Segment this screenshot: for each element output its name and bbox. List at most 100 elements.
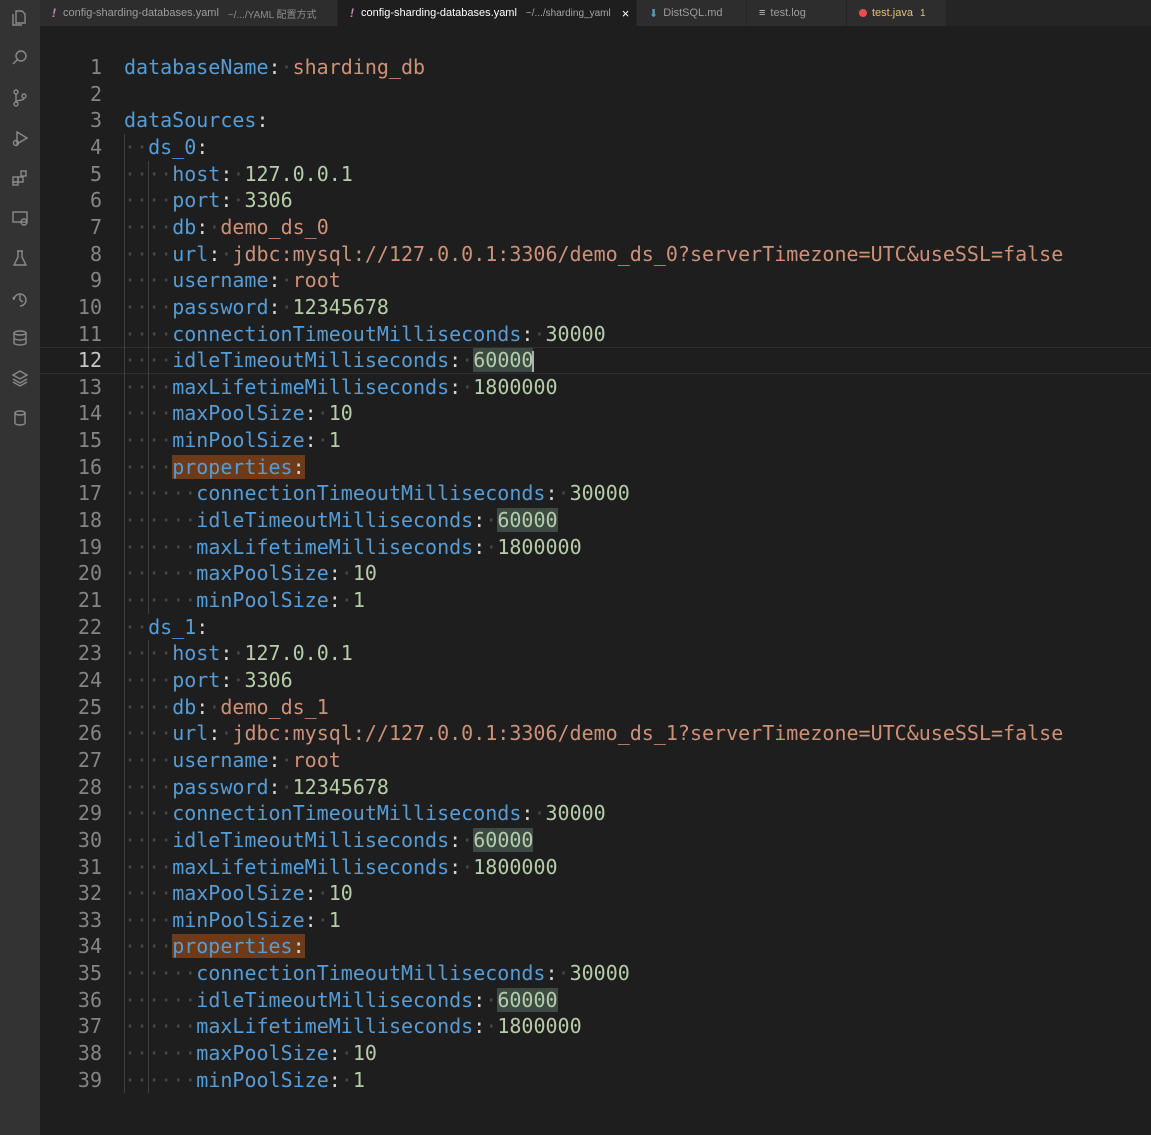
whitespace-marker: ··: [124, 508, 149, 533]
testing-icon[interactable]: [7, 245, 33, 271]
whitespace-marker: ··: [172, 588, 197, 612]
tab-config-yaml-2[interactable]: ! config-sharding-databases.yaml ~/.../s…: [338, 0, 637, 26]
code-line[interactable]: 16 ····properties:: [40, 454, 1151, 481]
close-icon[interactable]: ×: [622, 6, 630, 21]
code-line[interactable]: 29 ····connectionTimeoutMilliseconds:·300…: [40, 800, 1151, 827]
code-line[interactable]: 21 ······minPoolSize:·1: [40, 587, 1151, 614]
tab-test-java[interactable]: test.java 1: [847, 0, 947, 26]
line-number: 20: [77, 561, 102, 586]
code-line[interactable]: 33 ····minPoolSize:·1: [40, 907, 1151, 934]
yaml-colon: :: [449, 348, 462, 373]
yaml-colon: :: [256, 108, 269, 133]
whitespace-marker: ··: [124, 1067, 149, 1092]
activity-bar: [0, 0, 40, 1135]
yaml-colon: :: [220, 667, 233, 692]
extensions-icon[interactable]: [7, 165, 33, 191]
line-number: 5: [89, 161, 102, 186]
yaml-value: 10: [352, 1041, 377, 1066]
database-icon-2[interactable]: [7, 405, 33, 431]
code-line[interactable]: 10 ····password:·12345678: [40, 294, 1151, 321]
source-control-icon[interactable]: [7, 85, 33, 111]
yaml-key: minPoolSize: [196, 1067, 329, 1092]
code-line[interactable]: 13 ····maxLifetimeMilliseconds:·1800000: [40, 374, 1151, 401]
code-line[interactable]: 3 dataSources:: [40, 107, 1151, 134]
tab-distsql-md[interactable]: ⬇ DistSQL.md: [637, 0, 747, 26]
yaml-colon: :: [473, 534, 486, 559]
code-line[interactable]: 14 ····maxPoolSize:·10: [40, 400, 1151, 427]
code-editor[interactable]: 1 databaseName:·sharding_db 2 3 dataSources:…: [40, 26, 1151, 1135]
code-line[interactable]: 18 ······idleTimeoutMilliseconds:·60000: [40, 507, 1151, 534]
yaml-key: idleTimeoutMilliseconds: [172, 348, 450, 373]
code-line[interactable]: 38 ······maxPoolSize:·10: [40, 1040, 1151, 1067]
code-line[interactable]: 37 ······maxLifetimeMilliseconds:·1800000: [40, 1013, 1151, 1040]
run-debug-icon[interactable]: [7, 125, 33, 151]
line-content: ····db:·demo_ds_0: [124, 214, 329, 241]
yaml-warning-icon: !: [52, 6, 56, 20]
markdown-icon: ⬇: [649, 7, 659, 20]
code-line[interactable]: 30 ····idleTimeoutMilliseconds:·60000: [40, 827, 1151, 854]
code-line[interactable]: 36 ······idleTimeoutMilliseconds:·60000: [40, 987, 1151, 1014]
code-line[interactable]: 22 ··ds_1:: [40, 614, 1151, 641]
line-content: ····properties:: [124, 454, 305, 481]
yaml-value: 30000: [545, 801, 606, 826]
yaml-value: 10: [328, 881, 353, 906]
whitespace-marker: ··: [124, 481, 149, 506]
search-icon[interactable]: [7, 45, 33, 71]
code-line[interactable]: 12 ····idleTimeoutMilliseconds:·60000: [40, 347, 1151, 374]
line-number: 31: [77, 854, 102, 879]
layers-icon[interactable]: [7, 365, 33, 391]
code-line[interactable]: 4 ··ds_0:: [40, 134, 1151, 161]
code-line[interactable]: 26 ····url:·jdbc:mysql://127.0.0.1:3306/d…: [40, 720, 1151, 747]
whitespace-marker: ··: [124, 561, 149, 586]
line-content: ······maxPoolSize:·10: [124, 1040, 377, 1067]
whitespace-marker: ··: [124, 827, 149, 852]
yaml-value: 3306: [244, 667, 293, 692]
remote-explorer-icon[interactable]: [7, 205, 33, 231]
whitespace-marker: ··: [148, 268, 173, 293]
code-line[interactable]: 17 ······connectionTimeoutMilliseconds:·3…: [40, 480, 1151, 507]
code-line[interactable]: 1 databaseName:·sharding_db: [40, 54, 1151, 81]
files-icon[interactable]: [7, 5, 33, 31]
code-line[interactable]: 23 ····host:·127.0.0.1: [40, 640, 1151, 667]
yaml-key: port: [172, 188, 221, 213]
yaml-key: db: [172, 214, 197, 239]
tab-test-log[interactable]: ≡ test.log: [747, 0, 847, 26]
code-line[interactable]: 20 ······maxPoolSize:·10: [40, 560, 1151, 587]
whitespace-marker: ·: [461, 348, 474, 373]
whitespace-marker: ··: [172, 987, 197, 1012]
code-line[interactable]: 9 ····username:·root: [40, 267, 1151, 294]
code-line[interactable]: 24 ····port:·3306: [40, 667, 1151, 694]
whitespace-marker: ··: [148, 348, 173, 373]
code-line[interactable]: 15 ····minPoolSize:·1: [40, 427, 1151, 454]
code-line[interactable]: 35 ······connectionTimeoutMilliseconds:·3…: [40, 960, 1151, 987]
code-line[interactable]: 31 ····maxLifetimeMilliseconds:·1800000: [40, 854, 1151, 881]
whitespace-marker: ·: [208, 214, 221, 239]
code-line[interactable]: 25 ····db:·demo_ds_1: [40, 694, 1151, 721]
code-line[interactable]: 2: [40, 81, 1151, 108]
timeline-icon[interactable]: [7, 285, 33, 311]
code-line[interactable]: 27 ····username:·root: [40, 747, 1151, 774]
tab-config-yaml-1[interactable]: ! config-sharding-databases.yaml ~/.../Y…: [40, 0, 338, 26]
whitespace-marker: ··: [148, 1041, 173, 1066]
code-line[interactable]: 7 ····db:·demo_ds_0: [40, 214, 1151, 241]
yaml-colon: :: [196, 694, 209, 719]
yaml-key: maxLifetimeMilliseconds: [196, 1014, 474, 1039]
code-line[interactable]: 39 ······minPoolSize:·1: [40, 1067, 1151, 1094]
yaml-colon: :: [473, 987, 486, 1012]
whitespace-marker: ··: [148, 854, 173, 879]
whitespace-marker: ··: [124, 1014, 149, 1039]
whitespace-marker: ·: [316, 401, 329, 426]
tab-label: DistSQL.md: [663, 7, 723, 19]
whitespace-marker: ·: [557, 481, 570, 506]
code-line[interactable]: 32 ····maxPoolSize:·10: [40, 880, 1151, 907]
code-line[interactable]: 34 ····properties:: [40, 933, 1151, 960]
database-icon[interactable]: [7, 325, 33, 351]
code-line[interactable]: 8 ····url:·jdbc:mysql://127.0.0.1:3306/de…: [40, 241, 1151, 268]
code-line[interactable]: 6 ····port:·3306: [40, 187, 1151, 214]
code-line[interactable]: 28 ····password:·12345678: [40, 774, 1151, 801]
code-line[interactable]: 19 ······maxLifetimeMilliseconds:·1800000: [40, 534, 1151, 561]
yaml-value: demo_ds_1: [220, 694, 329, 719]
code-line[interactable]: 5 ····host:·127.0.0.1: [40, 161, 1151, 188]
code-line[interactable]: 11 ····connectionTimeoutMilliseconds:·300…: [40, 321, 1151, 348]
line-content: ····username:·root: [124, 747, 341, 774]
